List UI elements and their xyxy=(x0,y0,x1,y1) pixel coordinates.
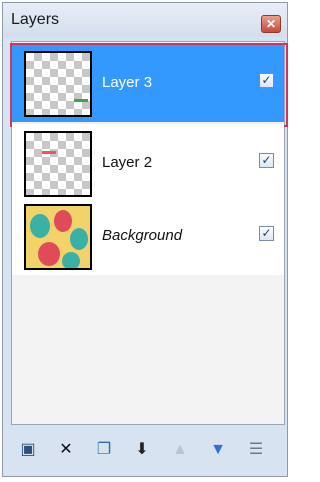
panel-titlebar[interactable]: Layers ✕ xyxy=(3,3,287,37)
layer-thumbnail xyxy=(24,131,92,197)
layers-panel: Layers ✕ Layer 3 ✓ Layer 2 ✓ Background … xyxy=(2,2,288,477)
new-layer-button[interactable]: ▣ xyxy=(17,439,39,461)
merge-layer-icon: ⬇ xyxy=(135,441,149,458)
delete-layer-button[interactable]: ✕ xyxy=(55,439,77,461)
delete-layer-icon: ✕ xyxy=(59,441,73,458)
layer-properties-icon: ☰ xyxy=(248,441,264,458)
layer-row[interactable]: Background ✓ xyxy=(12,197,284,275)
layer-list[interactable]: Layer 3 ✓ Layer 2 ✓ Background ✓ xyxy=(10,41,288,425)
duplicate-layer-icon: ❐ xyxy=(96,441,112,458)
move-layer-up-icon: ▲ xyxy=(172,441,188,458)
visibility-checkbox[interactable]: ✓ xyxy=(259,153,274,168)
balloon-shape xyxy=(54,210,72,232)
visibility-checkbox[interactable]: ✓ xyxy=(259,226,274,241)
layer-thumbnail xyxy=(24,204,92,270)
move-layer-up-button[interactable]: ▲ xyxy=(169,439,191,461)
layer-row[interactable]: Layer 3 ✓ xyxy=(12,44,284,122)
layers-toolbar: ▣ ✕ ❐ ⬇ ▲ ▼ ☰ xyxy=(11,431,285,471)
balloon-shape xyxy=(62,252,80,268)
move-layer-down-button[interactable]: ▼ xyxy=(207,439,229,461)
new-layer-icon: ▣ xyxy=(20,441,36,458)
balloon-shape xyxy=(38,242,60,266)
red-mark xyxy=(42,151,56,154)
close-button[interactable]: ✕ xyxy=(261,15,281,33)
duplicate-layer-button[interactable]: ❐ xyxy=(93,439,115,461)
layer-name: Layer 3 xyxy=(102,74,153,91)
layer-name: Layer 2 xyxy=(102,154,153,171)
green-mark xyxy=(74,99,88,102)
panel-title: Layers xyxy=(11,11,60,28)
merge-layer-button[interactable]: ⬇ xyxy=(131,439,153,461)
balloon-shape xyxy=(30,214,50,238)
layer-name: Background xyxy=(102,227,183,244)
visibility-checkbox[interactable]: ✓ xyxy=(259,73,274,88)
balloon-shape xyxy=(70,228,88,250)
layer-row[interactable]: Layer 2 ✓ xyxy=(12,124,284,202)
close-icon: ✕ xyxy=(265,17,277,31)
move-layer-down-icon: ▼ xyxy=(210,441,226,458)
layer-thumbnail xyxy=(24,51,92,117)
layer-properties-button[interactable]: ☰ xyxy=(245,439,267,461)
